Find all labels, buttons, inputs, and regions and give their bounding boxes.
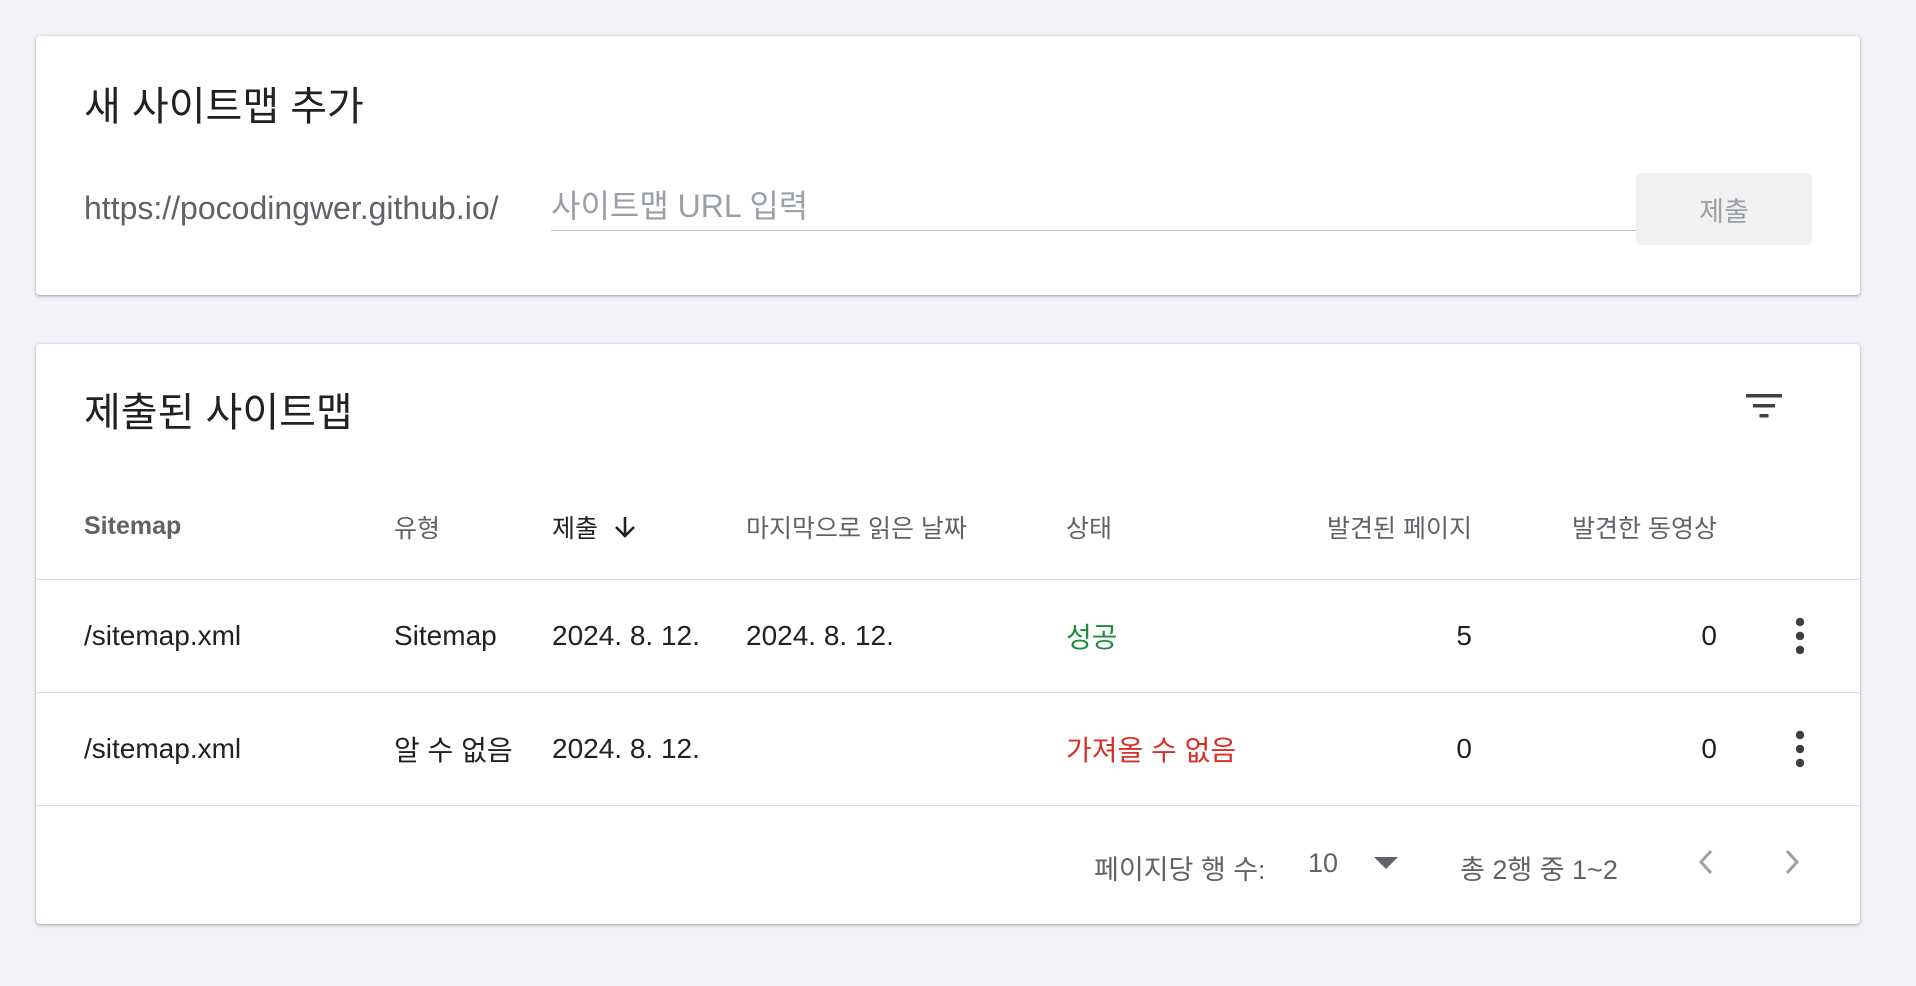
add-sitemap-card: 새 사이트맵 추가 https://pocodingwer.github.io/…	[36, 36, 1860, 295]
cell-discovered-videos: 0	[1701, 733, 1717, 764]
next-page-button[interactable]	[1766, 836, 1818, 888]
row-menu-button[interactable]	[1778, 693, 1822, 805]
submitted-sitemaps-card: 제출된 사이트맵 Sitemap 유형 제출 마지막으로 읽은 날짜 상태 발견…	[36, 344, 1860, 924]
cell-type: Sitemap	[394, 620, 497, 651]
cell-sitemap: /sitemap.xml	[84, 620, 242, 651]
arrow-down-icon	[614, 515, 636, 539]
table-row[interactable]: /sitemap.xml 알 수 없음 2024. 8. 12. 가져올 수 없…	[36, 693, 1860, 806]
column-header-submitted[interactable]: 제출	[552, 474, 636, 579]
cell-discovered-pages: 5	[1456, 620, 1472, 651]
column-header-type[interactable]: 유형	[394, 474, 440, 579]
status-success: 성공	[1066, 622, 1118, 653]
column-header-discovered-pages[interactable]: 발견된 페이지	[1327, 474, 1472, 579]
dropdown-arrow-icon	[1374, 857, 1398, 869]
filter-icon	[1746, 394, 1782, 418]
cell-sitemap: /sitemap.xml	[84, 733, 242, 764]
prev-page-button[interactable]	[1680, 836, 1732, 888]
cell-discovered-videos: 0	[1701, 620, 1717, 651]
row-menu-button[interactable]	[1778, 580, 1822, 692]
cell-submitted: 2024. 8. 12.	[552, 620, 700, 651]
rows-per-page-label: 페이지당 행 수:	[1094, 855, 1266, 885]
cell-discovered-pages: 0	[1456, 733, 1472, 764]
add-sitemap-title: 새 사이트맵 추가	[84, 85, 364, 129]
rows-per-page-select[interactable]: 10	[1298, 838, 1418, 888]
column-header-discovered-videos[interactable]: 발견한 동영상	[1572, 474, 1717, 579]
pagination-range-label: 총 2행 중 1~2	[1460, 855, 1618, 885]
cell-submitted: 2024. 8. 12.	[552, 733, 700, 764]
column-header-last-read[interactable]: 마지막으로 읽은 날짜	[746, 474, 967, 579]
table-header-row: Sitemap 유형 제출 마지막으로 읽은 날짜 상태 발견된 페이지 발견한…	[36, 474, 1860, 580]
cell-type: 알 수 없음	[394, 735, 513, 766]
column-header-status[interactable]: 상태	[1066, 474, 1112, 579]
pagination: 페이지당 행 수: 10 총 2행 중 1~2	[36, 806, 1860, 924]
submitted-sitemaps-title: 제출된 사이트맵	[84, 391, 353, 435]
sitemap-url-input[interactable]	[551, 182, 1639, 231]
more-vert-icon	[1795, 730, 1805, 768]
url-prefix: https://pocodingwer.github.io/	[84, 190, 499, 226]
more-vert-icon	[1795, 617, 1805, 655]
column-header-sitemap[interactable]: Sitemap	[84, 474, 181, 579]
column-header-submitted-label: 제출	[552, 514, 599, 543]
chevron-left-icon	[1698, 849, 1713, 875]
rows-per-page-value: 10	[1307, 847, 1339, 878]
submit-button[interactable]: 제출	[1636, 173, 1812, 245]
table-row[interactable]: /sitemap.xml Sitemap 2024. 8. 12. 2024. …	[36, 580, 1860, 693]
filter-button[interactable]	[1736, 378, 1792, 434]
status-error: 가져올 수 없음	[1066, 735, 1237, 766]
chevron-right-icon	[1785, 849, 1800, 875]
cell-last-read: 2024. 8. 12.	[746, 620, 894, 651]
